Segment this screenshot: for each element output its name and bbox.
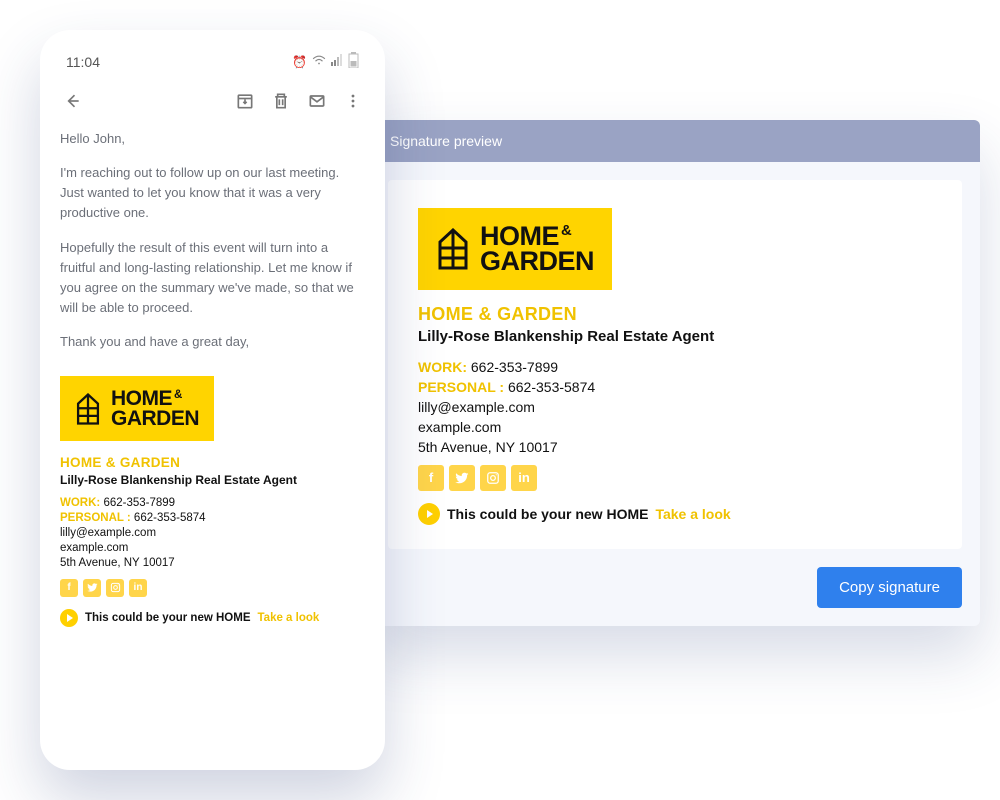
- cta-link[interactable]: Take a look: [258, 612, 320, 624]
- work-phone[interactable]: 662-353-7899: [471, 359, 558, 375]
- play-icon: [418, 503, 440, 525]
- cta-line[interactable]: This could be your new HOME Take a look: [60, 609, 365, 627]
- alarm-icon: ⏰: [292, 55, 307, 69]
- preview-header: Signature preview: [370, 120, 980, 162]
- signature-name-title: Lilly-Rose Blankenship Real Estate Agent: [60, 473, 365, 487]
- work-phone-line: WORK: 662-353-7899: [418, 359, 932, 375]
- email-toolbar: [60, 85, 365, 129]
- social-icons-row: f in: [418, 465, 932, 491]
- email-body: Hello John, I'm reaching out to follow u…: [60, 129, 365, 366]
- cta-text: This could be your new HOME: [85, 612, 251, 624]
- status-bar: 11:04 ⏰: [60, 48, 365, 85]
- signature-company: HOME & GARDEN: [60, 455, 365, 470]
- logo-text: HOME& GARDEN: [480, 224, 594, 274]
- wifi-icon: [312, 54, 326, 69]
- signature-logo: HOME& GARDEN: [60, 376, 214, 441]
- work-phone[interactable]: 662-353-7899: [103, 497, 175, 509]
- twitter-icon[interactable]: [83, 579, 101, 597]
- facebook-icon[interactable]: f: [60, 579, 78, 597]
- preview-footer: Copy signature: [370, 567, 980, 626]
- website-line[interactable]: example.com: [60, 542, 365, 554]
- facebook-icon[interactable]: f: [418, 465, 444, 491]
- signature-company: HOME & GARDEN: [418, 304, 932, 325]
- mail-icon[interactable]: [307, 91, 327, 111]
- twitter-icon[interactable]: [449, 465, 475, 491]
- email-paragraph-1: I'm reaching out to follow up on our las…: [60, 163, 365, 223]
- phone-signature: HOME& GARDEN HOME & GARDEN Lilly-Rose Bl…: [60, 376, 365, 627]
- personal-phone-line: PERSONAL : 662-353-5874: [60, 512, 365, 524]
- signature-logo: HOME& GARDEN: [418, 208, 612, 290]
- copy-signature-button[interactable]: Copy signature: [817, 567, 962, 608]
- address-line: 5th Avenue, NY 10017: [60, 557, 365, 569]
- personal-label: PERSONAL :: [60, 512, 131, 524]
- email-greeting: Hello John,: [60, 129, 365, 149]
- personal-label: PERSONAL :: [418, 379, 504, 395]
- personal-phone[interactable]: 662-353-5874: [508, 379, 595, 395]
- window-icon: [75, 393, 101, 425]
- battery-icon: [348, 52, 359, 71]
- work-phone-line: WORK: 662-353-7899: [60, 497, 365, 509]
- preview-body: HOME& GARDEN HOME & GARDEN Lilly-Rose Bl…: [388, 180, 962, 549]
- instagram-icon[interactable]: [480, 465, 506, 491]
- signature-preview-panel: Signature preview HOME& GARDEN HOME & GA…: [370, 120, 980, 626]
- work-label: WORK:: [418, 359, 467, 375]
- phone-mockup: 11:04 ⏰: [40, 30, 385, 770]
- clock: 11:04: [66, 54, 100, 70]
- cta-link[interactable]: Take a look: [655, 506, 730, 522]
- trash-icon[interactable]: [271, 91, 291, 111]
- logo-text: HOME& GARDEN: [111, 389, 199, 428]
- social-icons-row: f in: [60, 579, 365, 597]
- linkedin-icon[interactable]: in: [129, 579, 147, 597]
- email-paragraph-3: Thank you and have a great day,: [60, 332, 365, 352]
- personal-phone[interactable]: 662-353-5874: [134, 512, 206, 524]
- address-line: 5th Avenue, NY 10017: [418, 439, 932, 455]
- work-label: WORK:: [60, 497, 100, 509]
- instagram-icon[interactable]: [106, 579, 124, 597]
- play-icon: [60, 609, 78, 627]
- signal-icon: [331, 54, 343, 69]
- email-paragraph-2: Hopefully the result of this event will …: [60, 238, 365, 319]
- email-line[interactable]: lilly@example.com: [60, 527, 365, 539]
- email-line[interactable]: lilly@example.com: [418, 399, 932, 415]
- cta-text: This could be your new HOME: [447, 506, 648, 522]
- window-icon: [436, 228, 470, 270]
- status-icons: ⏰: [292, 52, 359, 71]
- back-icon[interactable]: [62, 91, 82, 111]
- personal-phone-line: PERSONAL : 662-353-5874: [418, 379, 932, 395]
- linkedin-icon[interactable]: in: [511, 465, 537, 491]
- more-icon[interactable]: [343, 91, 363, 111]
- website-line[interactable]: example.com: [418, 419, 932, 435]
- cta-line[interactable]: This could be your new HOME Take a look: [418, 503, 932, 525]
- signature-name-title: Lilly-Rose Blankenship Real Estate Agent: [418, 328, 932, 345]
- archive-icon[interactable]: [235, 91, 255, 111]
